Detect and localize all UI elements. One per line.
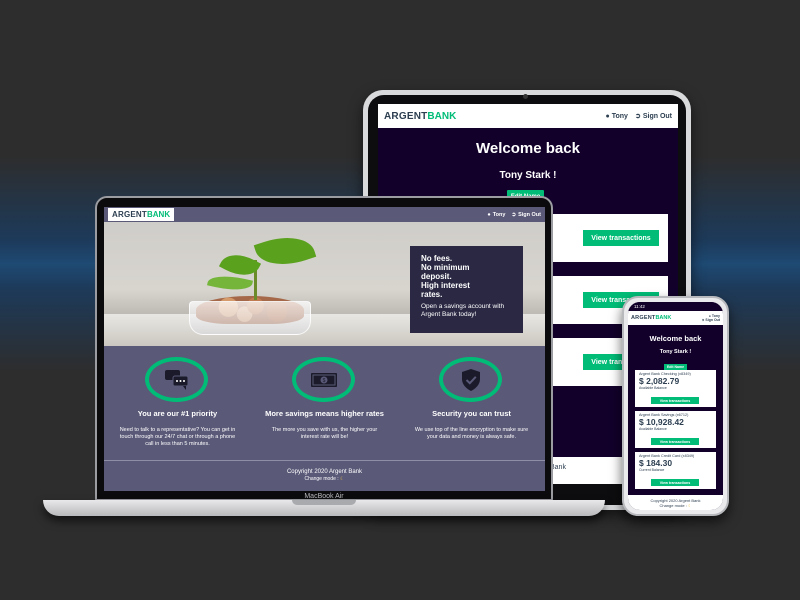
phone-nav-links: ● Tony ➲ Sign Out	[701, 314, 720, 322]
laptop-device: ARGENT BANK ● Tony ➲ Sign Out No fees. N…	[95, 196, 553, 501]
user-circle-icon: ●	[487, 211, 491, 218]
phone-status-time: 11:42	[634, 304, 645, 309]
promo-line: High interest	[421, 281, 470, 290]
logo-argent-text: ARGENT	[631, 315, 656, 321]
tablet-user-label: Tony	[611, 112, 628, 120]
laptop-hero: No fees. No minimum deposit. High intere…	[104, 222, 545, 346]
tablet-navbar: ARGENTBANK ● Tony ➲ Sign Out	[378, 104, 678, 128]
laptop-copyright: Copyright 2020 Argent Bank	[286, 469, 363, 475]
phone-navbar: ARGENTBANK ● Tony ➲ Sign Out	[628, 311, 723, 325]
phone-view-transactions-button[interactable]: View transactions	[651, 479, 699, 486]
phone-user-name: Tony Stark !	[659, 349, 692, 355]
phone-change-mode[interactable]: Change mode : ☾	[628, 503, 723, 508]
chat-icon	[164, 369, 188, 390]
phone-account-card: Argent Bank Checking (x8349) $ 2,082.79 …	[635, 370, 716, 407]
tablet-welcome-title: Welcome back	[476, 140, 580, 157]
laptop-base	[43, 500, 605, 516]
laptop-footer: Copyright 2020 Argent Bank Change mode :…	[104, 460, 545, 491]
phone-view-transactions-button[interactable]: View transactions	[651, 397, 699, 404]
laptop-nav-links: ● Tony ➲ Sign Out	[487, 212, 541, 218]
tablet-signout-label: Sign Out	[642, 112, 672, 120]
feature-title: You are our #1 priority	[137, 409, 218, 418]
laptop-logo[interactable]: ARGENT BANK	[108, 208, 175, 221]
promo-text: Open a savings account with Argent Bank …	[421, 303, 505, 318]
phone-welcome-title: Welcome back	[649, 334, 702, 343]
promo-box: No fees. No minimum deposit. High intere…	[410, 246, 523, 333]
sign-out-icon: ➲	[634, 113, 641, 120]
feature-text: The more you save with us, the higher yo…	[271, 427, 378, 440]
laptop-screen: ARGENT BANK ● Tony ➲ Sign Out No fees. N…	[104, 207, 545, 491]
phone-signout-link[interactable]: ➲ Sign Out	[701, 318, 720, 322]
account-description: Available Balance	[639, 386, 667, 390]
feature-text: We use top of the line encryption to mak…	[414, 427, 529, 440]
laptop-profile-link[interactable]: ● Tony	[487, 212, 505, 218]
plant-leaf	[253, 228, 317, 274]
phone-status-bar: 11:42	[628, 302, 723, 311]
sign-out-icon: ➲	[701, 318, 705, 322]
logo-bank-text: BANK	[427, 110, 457, 122]
phone-account-card: Argent Bank Savings (x6712) $ 10,928.42 …	[635, 411, 716, 448]
feature-icon-ring	[439, 357, 502, 402]
phone-logo[interactable]: ARGENTBANK	[631, 315, 671, 321]
phone-footer: Copyright 2020 Argent Bank Change mode :…	[628, 495, 723, 510]
feature-title: Security you can trust	[432, 409, 511, 418]
account-description: Current Balance	[639, 468, 665, 472]
phone-account-card: Argent Bank Credit Card (x8349) $ 184.30…	[635, 452, 716, 489]
promo-line: rates.	[421, 290, 443, 299]
laptop-navbar: ARGENT BANK ● Tony ➲ Sign Out	[104, 207, 545, 222]
tablet-user-name: Tony Stark !	[499, 170, 557, 181]
phone-main: Welcome back Tony Stark ! Edit Name Arge…	[628, 325, 723, 510]
shield-icon	[461, 368, 480, 391]
tablet-logo[interactable]: ARGENTBANK	[384, 111, 456, 122]
feature-icon-ring	[145, 357, 208, 402]
laptop-model-label: MacBook Air	[304, 493, 344, 500]
promo-line: No fees.	[421, 254, 453, 263]
moon-icon[interactable]: ☾	[688, 503, 692, 508]
laptop-change-mode[interactable]: Change mode : ☾	[104, 476, 545, 482]
phone-screen: 11:42 ARGENTBANK ● Tony ➲ Sign Out Welco…	[628, 302, 723, 510]
laptop-signout-link[interactable]: ➲ Sign Out	[511, 212, 541, 218]
account-amount: $ 2,082.79	[639, 376, 680, 386]
logo-argent-text: ARGENT	[384, 110, 428, 122]
phone-view-transactions-button[interactable]: View transactions	[651, 438, 699, 445]
logo-argent-text: ARGENT	[112, 210, 147, 219]
money-icon: $	[310, 372, 337, 387]
promo-line: deposit.	[421, 272, 452, 281]
account-amount: $ 184.30	[639, 458, 673, 468]
features-section: You are our #1 priority Need to talk to …	[104, 346, 545, 454]
tablet-view-transactions-button[interactable]: View transactions	[583, 230, 659, 246]
phone-signout-label: Sign Out	[705, 318, 720, 322]
change-mode-label: Change mode :	[304, 476, 339, 482]
phone-device: 11:42 ARGENTBANK ● Tony ➲ Sign Out Welco…	[622, 296, 729, 516]
glass-bowl-image	[189, 301, 311, 335]
account-description: Available Balance	[639, 427, 667, 431]
laptop-signout-label: Sign Out	[518, 211, 541, 218]
logo-bank-text: BANK	[655, 315, 672, 321]
svg-text:$: $	[322, 378, 325, 384]
account-amount: $ 10,928.42	[639, 417, 684, 427]
feature-text: Need to talk to a representative? You ca…	[119, 427, 236, 447]
moon-icon[interactable]: ☾	[340, 476, 344, 482]
tablet-profile-link[interactable]: ● Tony	[606, 113, 628, 120]
promo-line: No minimum	[421, 263, 470, 272]
logo-bank-text: BANK	[146, 210, 171, 219]
feature-icon-ring: $	[292, 357, 355, 402]
feature-title: More savings means higher rates	[265, 409, 384, 418]
tablet-nav-links: ● Tony ➲ Sign Out	[606, 112, 672, 121]
sign-out-icon: ➲	[511, 211, 517, 218]
laptop-notch	[292, 500, 356, 505]
tablet-signout-link[interactable]: ➲ Sign Out	[634, 112, 672, 121]
user-circle-icon: ●	[605, 112, 610, 120]
change-mode-label: Change mode :	[659, 503, 687, 508]
laptop-user-label: Tony	[492, 211, 506, 218]
tablet-camera	[523, 94, 528, 99]
